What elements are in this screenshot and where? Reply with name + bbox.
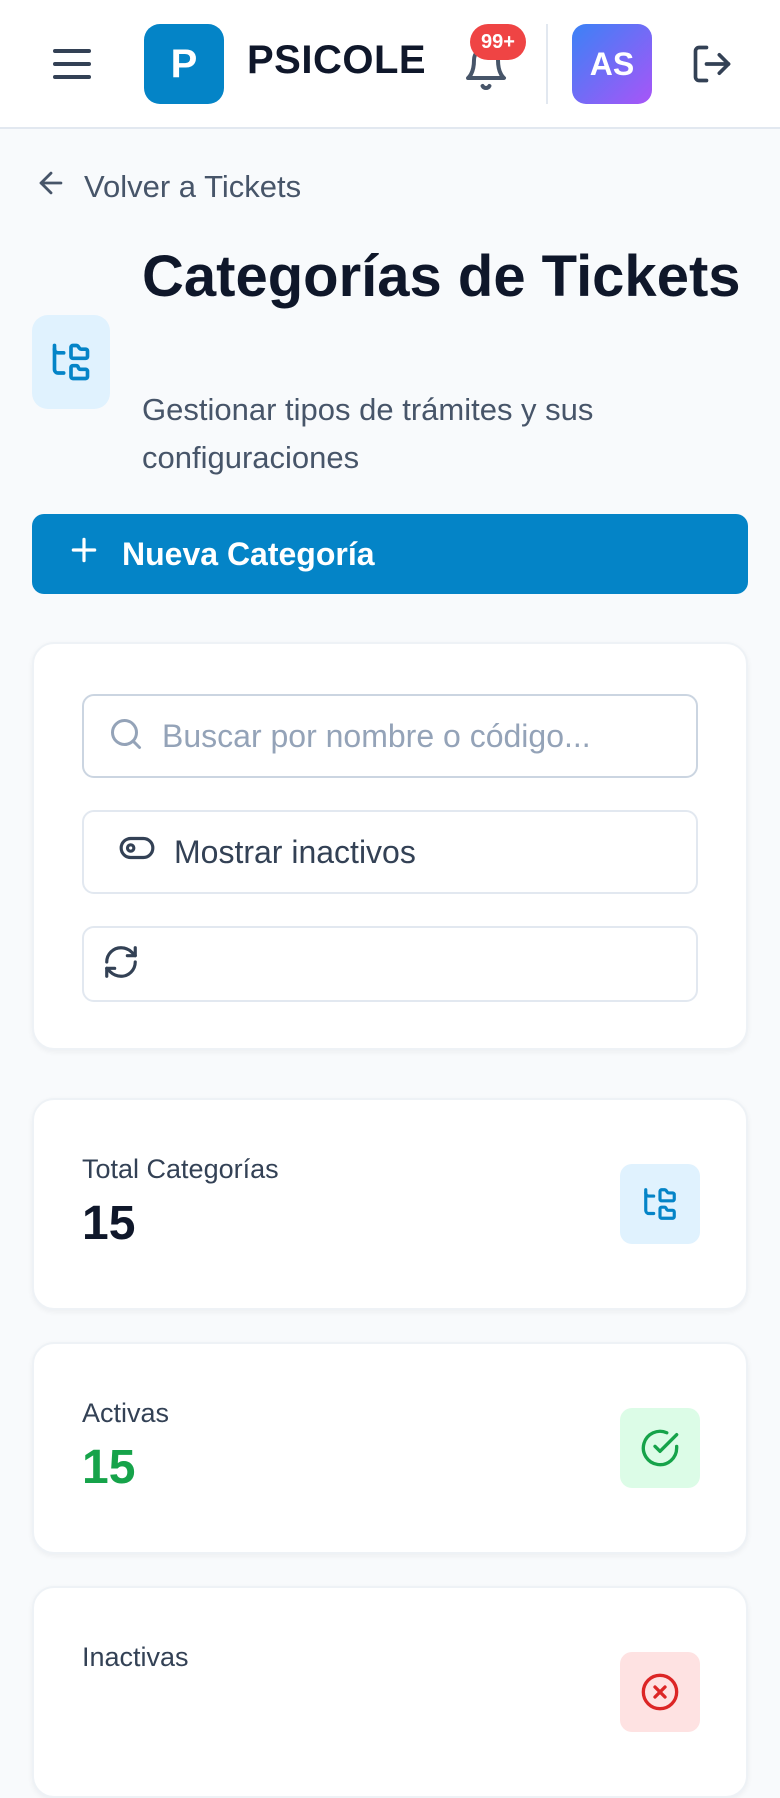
search-icon <box>108 716 144 757</box>
stat-label: Total Categorías <box>82 1154 279 1184</box>
stat-card-inactive: Inactivas <box>32 1586 748 1798</box>
stat-value: 15 <box>82 1197 136 1250</box>
stat-label: Inactivas <box>82 1642 189 1672</box>
search-field[interactable] <box>82 694 698 778</box>
refresh-icon <box>102 943 140 986</box>
notification-badge: 99+ <box>470 24 526 60</box>
back-link-label: Volver a Tickets <box>84 169 302 204</box>
show-inactive-label: Mostrar inactivos <box>174 833 416 870</box>
logout-icon[interactable] <box>690 42 734 86</box>
stat-value: 15 <box>82 1441 136 1494</box>
stat-card-active: Activas 15 <box>32 1342 748 1554</box>
plus-icon <box>68 534 100 574</box>
toggle-icon <box>118 829 156 875</box>
arrow-left-icon <box>34 166 68 208</box>
check-circle-icon <box>620 1408 700 1488</box>
folder-tree-icon <box>620 1164 700 1244</box>
new-category-label: Nueva Categoría <box>122 535 375 572</box>
refresh-button[interactable] <box>82 926 698 1002</box>
back-to-tickets-link[interactable]: Volver a Tickets <box>34 166 301 208</box>
show-inactive-toggle[interactable]: Mostrar inactivos <box>82 810 698 894</box>
filters-card: Mostrar inactivos <box>32 642 748 1050</box>
header-divider <box>546 24 548 104</box>
stat-label: Activas <box>82 1398 170 1428</box>
stat-card-total: Total Categorías 15 <box>32 1098 748 1310</box>
x-circle-icon <box>620 1652 700 1732</box>
new-category-button[interactable]: Nueva Categoría <box>32 514 748 594</box>
avatar[interactable]: AS <box>572 24 652 104</box>
page-title: Categorías de Tickets <box>142 244 741 309</box>
menu-icon[interactable] <box>48 42 96 86</box>
search-input[interactable] <box>162 717 682 755</box>
app-logo[interactable]: P <box>144 24 224 104</box>
page-subtitle: Gestionar tipos de trámites y sus config… <box>142 392 594 475</box>
folder-tree-icon <box>32 315 110 409</box>
top-bar: P PSICOLE 99+ AS <box>0 0 780 129</box>
brand-name: PSICOLE <box>247 38 427 82</box>
